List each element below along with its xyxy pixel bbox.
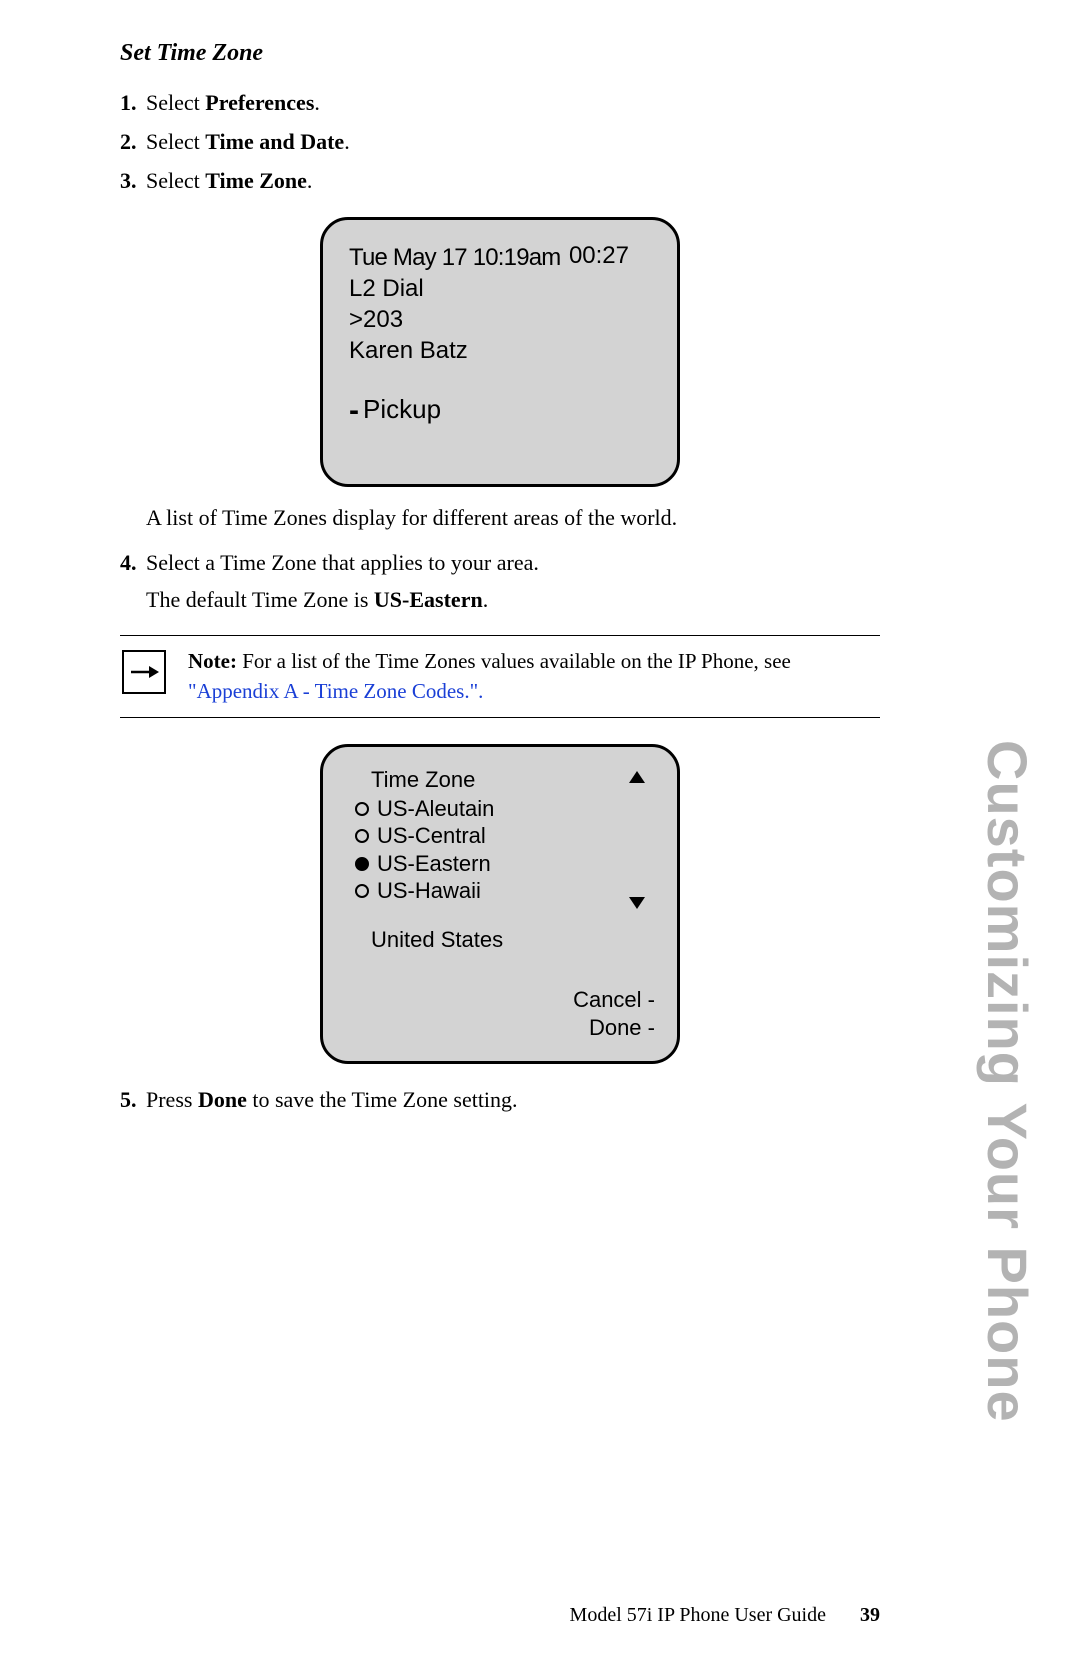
timezone-option: US-Central: [355, 822, 655, 850]
note-label: Note:: [188, 649, 237, 673]
step-text-suffix: .: [344, 129, 350, 154]
phone-screen-timezone: Time Zone US-Aleutain US-Central US-East…: [320, 744, 680, 1064]
timezone-option-label: US-Central: [377, 822, 486, 850]
step-subtext-suffix: .: [483, 587, 489, 612]
step-bold: Preferences: [205, 90, 314, 115]
note-body: For a list of the Time Zones values avai…: [237, 649, 791, 673]
softkey-done: Done -: [573, 1014, 655, 1043]
step-number: 3.: [120, 163, 146, 198]
step-1: 1.Select Preferences.: [120, 85, 880, 120]
step-text: Select: [146, 90, 205, 115]
softkey-cancel: Cancel -: [573, 986, 655, 1015]
screen-call-duration: 00:27: [569, 242, 629, 270]
timezone-option: US-Hawaii: [355, 877, 655, 905]
step-number: 4.: [120, 545, 146, 580]
radio-filled-icon: [355, 857, 369, 871]
step-text: Press: [146, 1087, 198, 1112]
dash-icon: -: [349, 394, 359, 428]
step-number: 1.: [120, 85, 146, 120]
footer-page-number: 39: [860, 1604, 880, 1626]
timezone-region: United States: [371, 927, 655, 953]
phone-screen-call: Tue May 17 10:19am 00:27 L2 Dial >203 Ka…: [320, 217, 680, 487]
scroll-up-icon: [629, 771, 645, 783]
step-subtext: The default Time Zone is: [146, 587, 374, 612]
step-text-suffix: to save the Time Zone setting.: [247, 1087, 518, 1112]
step-2: 2.Select Time and Date.: [120, 124, 880, 159]
timezone-option-label: US-Hawaii: [377, 877, 481, 905]
step-bold: Time Zone: [205, 168, 307, 193]
screen-line-indicator: L2 Dial: [349, 273, 651, 304]
note-block: Note: For a list of the Time Zones value…: [120, 646, 880, 707]
radio-empty-icon: [355, 802, 369, 816]
step-number: 2.: [120, 124, 146, 159]
step-text-suffix: .: [314, 90, 320, 115]
pickup-label: Pickup: [363, 394, 441, 424]
timezone-title: Time Zone: [371, 767, 655, 793]
step-5: 5.Press Done to save the Time Zone setti…: [120, 1082, 880, 1117]
note-icon-box: [122, 650, 166, 694]
step-bold: Time and Date: [205, 129, 344, 154]
radio-empty-icon: [355, 884, 369, 898]
step-text: Select: [146, 129, 205, 154]
step-text: Select: [146, 168, 205, 193]
screen-dialed-number: >203: [349, 304, 651, 335]
step-text-suffix: .: [307, 168, 313, 193]
step-text: Select a Time Zone that applies to your …: [146, 550, 539, 575]
timezone-option-label: US-Aleutain: [377, 795, 494, 823]
section-heading: Set Time Zone: [120, 40, 880, 67]
step-number: 5.: [120, 1082, 146, 1117]
step-subtext-bold: US-Eastern: [374, 587, 483, 612]
step-bold: Done: [198, 1087, 247, 1112]
timezone-option-label: US-Eastern: [377, 850, 491, 878]
step-4: 4.Select a Time Zone that applies to you…: [120, 545, 880, 617]
scroll-down-icon: [629, 897, 645, 909]
timezone-option: US-Aleutain: [355, 795, 655, 823]
arrow-right-icon: [129, 663, 159, 681]
page-footer: Model 57i IP Phone User Guide 39: [120, 1604, 880, 1627]
chapter-side-title: Customizing Your Phone: [975, 740, 1040, 1423]
step-3-followup: A list of Time Zones display for differe…: [146, 501, 880, 535]
footer-guide-name: Model 57i IP Phone User Guide: [570, 1604, 826, 1626]
screen-caller-name: Karen Batz: [349, 335, 651, 366]
radio-empty-icon: [355, 829, 369, 843]
note-text: Note: For a list of the Time Zones value…: [188, 646, 791, 707]
step-3: 3.Select Time Zone.: [120, 163, 880, 198]
timezone-option-selected: US-Eastern: [355, 850, 655, 878]
screen-softkey-pickup: -Pickup: [349, 394, 651, 428]
note-link[interactable]: "Appendix A - Time Zone Codes.".: [188, 679, 483, 703]
